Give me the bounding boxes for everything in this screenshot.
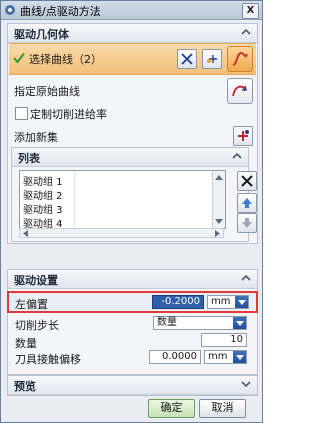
app-icon (5, 5, 15, 15)
delete-x-icon (241, 175, 253, 187)
left-offset-unit-value: mm (211, 296, 231, 307)
curve-arrow-icon (232, 85, 247, 97)
count-label: 数量 (15, 337, 37, 350)
list-collapse-caret-icon[interactable] (232, 151, 242, 161)
point-constructor-button[interactable] (202, 49, 222, 69)
custom-feed-checkbox[interactable] (15, 107, 28, 120)
deselect-curve-button[interactable] (177, 49, 197, 69)
list-item[interactable]: 驱动组 1 (23, 173, 63, 188)
cancel-button[interactable]: 取消 (199, 399, 246, 418)
step-label: 切削步长 (15, 319, 59, 332)
dialog-window: 曲线/点驱动方法 X 驱动几何体 选择曲线（2） 指定原始曲线 定制切削进给率 … (0, 0, 263, 423)
close-button[interactable]: X (242, 3, 259, 19)
list-column-separator (74, 171, 75, 228)
preview-panel: 预览 (7, 375, 258, 396)
step-select-value: 数量 (157, 317, 177, 328)
drive-geometry-header[interactable]: 驱动几何体 (8, 24, 257, 43)
drive-group-list[interactable]: 驱动组 1 驱动组 2 驱动组 3 驱动组 4 (19, 170, 226, 229)
list-item[interactable]: 驱动组 4 (23, 215, 63, 228)
tool-offset-input[interactable]: 0.0000 (149, 350, 201, 364)
expand-caret-icon[interactable] (241, 379, 251, 389)
move-up-icon (242, 198, 252, 208)
count-input[interactable]: 10 (201, 333, 247, 347)
point-plus-icon (207, 55, 217, 63)
cross-arrows-icon (181, 53, 193, 65)
step-select[interactable]: 数量 (153, 316, 247, 330)
title-bar: 曲线/点驱动方法 X (1, 1, 262, 20)
scroll-right-icon[interactable] (215, 230, 221, 237)
tool-offset-label: 刀具接触偏移 (15, 353, 81, 366)
curve-select-button[interactable] (227, 46, 253, 72)
left-offset-unit-select[interactable]: mm (207, 295, 249, 309)
custom-feed-label: 定制切削进给率 (30, 108, 107, 121)
move-up-button[interactable] (237, 193, 257, 213)
select-curve-label: 选择曲线（2） (29, 53, 102, 66)
scroll-down-icon[interactable] (215, 219, 223, 225)
tool-offset-unit-value: mm (208, 351, 228, 362)
list-panel: 列表 驱动组 1 驱动组 2 驱动组 3 驱动组 4 (11, 147, 249, 242)
settings-collapse-caret-icon[interactable] (241, 273, 251, 283)
remove-item-button[interactable] (237, 171, 257, 191)
add-new-set-label: 添加新集 (14, 131, 58, 144)
specify-original-curve-button[interactable] (227, 78, 253, 104)
list-header[interactable]: 列表 (12, 148, 248, 167)
select-curve-row[interactable]: 选择曲线（2） (9, 43, 256, 75)
list-item[interactable]: 驱动组 2 (23, 187, 63, 202)
left-offset-row-highlight: 左偏置 -0.2000 mm (7, 291, 258, 313)
curve-icon (232, 52, 248, 66)
checkmark-icon (13, 52, 25, 64)
add-new-set-button[interactable] (233, 126, 253, 146)
tool-offset-unit-select[interactable]: mm (204, 350, 247, 364)
drive-settings-header[interactable]: 驱动设置 (8, 270, 257, 289)
add-set-icon (238, 130, 249, 141)
drive-geometry-title: 驱动几何体 (14, 28, 69, 41)
specify-original-curve-label: 指定原始曲线 (14, 85, 80, 98)
preview-header[interactable]: 预览 (8, 376, 257, 395)
left-offset-label: 左偏置 (15, 298, 48, 311)
move-down-icon (242, 218, 252, 228)
window-title: 曲线/点驱动方法 (20, 5, 101, 18)
dropdown-arrow-icon[interactable] (233, 351, 246, 363)
dropdown-arrow-icon[interactable] (235, 296, 248, 308)
ok-button[interactable]: 确定 (148, 399, 195, 418)
drive-settings-title: 驱动设置 (14, 274, 58, 287)
preview-title: 预览 (14, 380, 36, 393)
scroll-left-icon[interactable] (22, 230, 28, 237)
left-offset-input[interactable]: -0.2000 (152, 295, 204, 309)
dropdown-arrow-icon[interactable] (233, 317, 246, 329)
collapse-caret-icon[interactable] (241, 27, 251, 37)
scroll-up-icon[interactable] (215, 174, 223, 180)
vertical-scrollbar[interactable] (212, 171, 225, 228)
list-item[interactable]: 驱动组 3 (23, 201, 63, 216)
list-title: 列表 (18, 152, 40, 165)
move-down-button[interactable] (237, 213, 257, 233)
horizontal-scrollbar[interactable] (19, 228, 224, 238)
